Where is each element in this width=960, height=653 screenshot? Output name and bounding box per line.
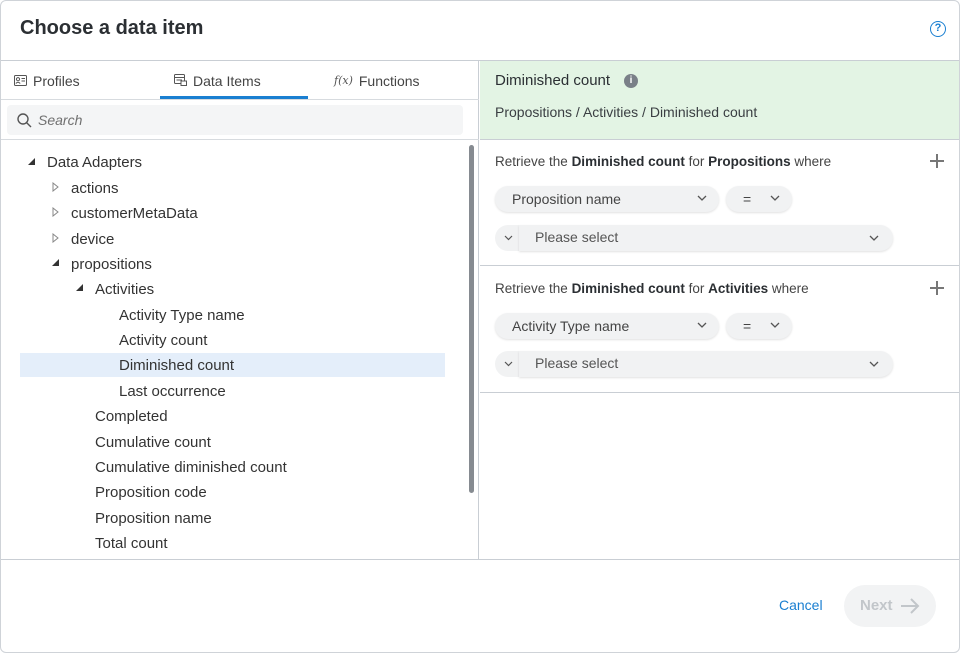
right-panel: Diminished count i Propositions / Activi… bbox=[480, 61, 959, 559]
tab-data-items-label: Data Items bbox=[193, 72, 261, 89]
left-panel: Profiles Data Items f(x) Functions Data … bbox=[1, 61, 479, 559]
add-condition-icon[interactable] bbox=[930, 281, 944, 295]
tree-leaf-last-occurrence[interactable]: Last occurrence bbox=[119, 380, 226, 404]
condition-suffix: where bbox=[771, 281, 809, 296]
info-path: Propositions / Activities / Diminished c… bbox=[495, 104, 758, 120]
condition-prefix: Retrieve the bbox=[495, 281, 568, 296]
condition-for: for bbox=[688, 154, 705, 169]
tree-scrollbar[interactable] bbox=[469, 145, 474, 493]
tree-leaf-completed[interactable]: Completed bbox=[95, 405, 168, 429]
tab-data-items[interactable]: Data Items bbox=[174, 61, 261, 100]
caret-expanded-icon[interactable] bbox=[27, 157, 37, 167]
dialog-title: Choose a data item bbox=[20, 17, 204, 39]
data-items-icon bbox=[174, 73, 187, 89]
dialog-footer: Cancel Next bbox=[1, 559, 959, 652]
chevron-down-icon bbox=[504, 235, 513, 241]
caret-collapsed-icon[interactable] bbox=[51, 207, 61, 217]
tree-leaf-activity-count[interactable]: Activity count bbox=[119, 329, 207, 353]
tree-leaf-total-count[interactable]: Total count bbox=[95, 532, 168, 556]
field-select-value: Proposition name bbox=[512, 191, 621, 207]
value-select-placeholder: Please select bbox=[535, 355, 619, 371]
tab-bar: Profiles Data Items f(x) Functions bbox=[1, 61, 479, 100]
caret-collapsed-icon[interactable] bbox=[51, 182, 61, 192]
tree-leaf-proposition-code[interactable]: Proposition code bbox=[95, 481, 207, 505]
search-input[interactable] bbox=[38, 112, 438, 128]
operator-select[interactable]: = bbox=[726, 186, 792, 212]
next-button[interactable]: Next bbox=[844, 585, 936, 627]
tree-leaf-cumulative-count[interactable]: Cumulative count bbox=[95, 431, 211, 455]
value-select[interactable]: Please select bbox=[519, 225, 893, 251]
profile-card-icon bbox=[14, 73, 27, 89]
field-select-value: Activity Type name bbox=[512, 318, 630, 334]
active-tab-indicator bbox=[160, 96, 308, 99]
chevron-down-icon bbox=[869, 235, 879, 241]
tab-functions[interactable]: f(x) Functions bbox=[334, 61, 420, 100]
search-box bbox=[7, 105, 463, 135]
tree-leaf-activity-type-name[interactable]: Activity Type name bbox=[119, 304, 245, 328]
chevron-down-icon bbox=[869, 361, 879, 367]
value-select-placeholder: Please select bbox=[535, 229, 619, 245]
tree-node-data-adapters[interactable]: Data Adapters bbox=[47, 151, 142, 175]
condition-item: Diminished count bbox=[571, 154, 685, 169]
add-condition-icon[interactable] bbox=[930, 154, 944, 168]
tree-leaf-proposition-name[interactable]: Proposition name bbox=[95, 507, 212, 531]
item-info-banner: Diminished count i Propositions / Activi… bbox=[480, 61, 959, 140]
tree-node-propositions[interactable]: propositions bbox=[71, 253, 152, 277]
condition-sentence: Retrieve the Diminished count for Propos… bbox=[495, 154, 831, 169]
condition-for: for bbox=[688, 281, 705, 296]
tree-node-customermetadata[interactable]: customerMetaData bbox=[71, 202, 198, 226]
info-title: Diminished count bbox=[495, 72, 611, 89]
chevron-down-icon bbox=[770, 322, 780, 328]
tree-leaf-cumulative-diminished-count[interactable]: Cumulative diminished count bbox=[95, 456, 287, 480]
next-button-label: Next bbox=[860, 597, 893, 614]
tab-profiles-label: Profiles bbox=[33, 72, 80, 89]
chevron-down-icon bbox=[697, 322, 707, 328]
value-select[interactable]: Please select bbox=[519, 351, 893, 377]
condition-prefix: Retrieve the bbox=[495, 154, 568, 169]
value-type-toggle[interactable] bbox=[495, 351, 519, 377]
field-select[interactable]: Proposition name bbox=[495, 186, 719, 212]
operator-select-value: = bbox=[743, 191, 752, 207]
condition-item: Diminished count bbox=[571, 281, 685, 296]
tab-functions-label: Functions bbox=[358, 72, 420, 89]
tree-leaf-diminished-count[interactable]: Diminished count bbox=[119, 354, 234, 378]
function-fx-icon: f(x) bbox=[334, 74, 353, 87]
caret-expanded-icon[interactable] bbox=[75, 283, 85, 293]
tree-node-actions[interactable]: actions bbox=[71, 177, 119, 201]
question-circle-icon[interactable]: ? bbox=[930, 21, 946, 37]
data-item-tree: Data Adapters actions customerMetaData d… bbox=[1, 140, 471, 559]
condition-entity: Activities bbox=[708, 281, 769, 296]
search-icon bbox=[17, 112, 32, 127]
caret-expanded-icon[interactable] bbox=[51, 258, 61, 268]
choose-data-item-dialog: Choose a data item ? Profiles Data Items… bbox=[0, 0, 960, 653]
condition-suffix: where bbox=[794, 154, 832, 169]
condition-section-activities: Retrieve the Diminished count for Activi… bbox=[480, 267, 959, 393]
condition-sentence: Retrieve the Diminished count for Activi… bbox=[495, 281, 809, 296]
tree-node-device[interactable]: device bbox=[71, 228, 114, 252]
cancel-button[interactable]: Cancel bbox=[779, 597, 823, 613]
info-icon[interactable]: i bbox=[624, 74, 638, 88]
dialog-header: Choose a data item ? bbox=[1, 1, 959, 61]
arrow-right-icon bbox=[901, 598, 920, 614]
tree-node-activities[interactable]: Activities bbox=[95, 278, 154, 302]
chevron-down-icon bbox=[504, 361, 513, 367]
chevron-down-icon bbox=[697, 195, 707, 201]
condition-entity: Propositions bbox=[708, 154, 791, 169]
chevron-down-icon bbox=[770, 195, 780, 201]
condition-section-propositions: Retrieve the Diminished count for Propos… bbox=[480, 140, 959, 266]
tab-profiles[interactable]: Profiles bbox=[14, 61, 80, 100]
operator-select-value: = bbox=[743, 318, 752, 334]
caret-collapsed-icon[interactable] bbox=[51, 233, 61, 243]
field-select[interactable]: Activity Type name bbox=[495, 313, 719, 339]
value-type-toggle[interactable] bbox=[495, 225, 519, 251]
operator-select[interactable]: = bbox=[726, 313, 792, 339]
